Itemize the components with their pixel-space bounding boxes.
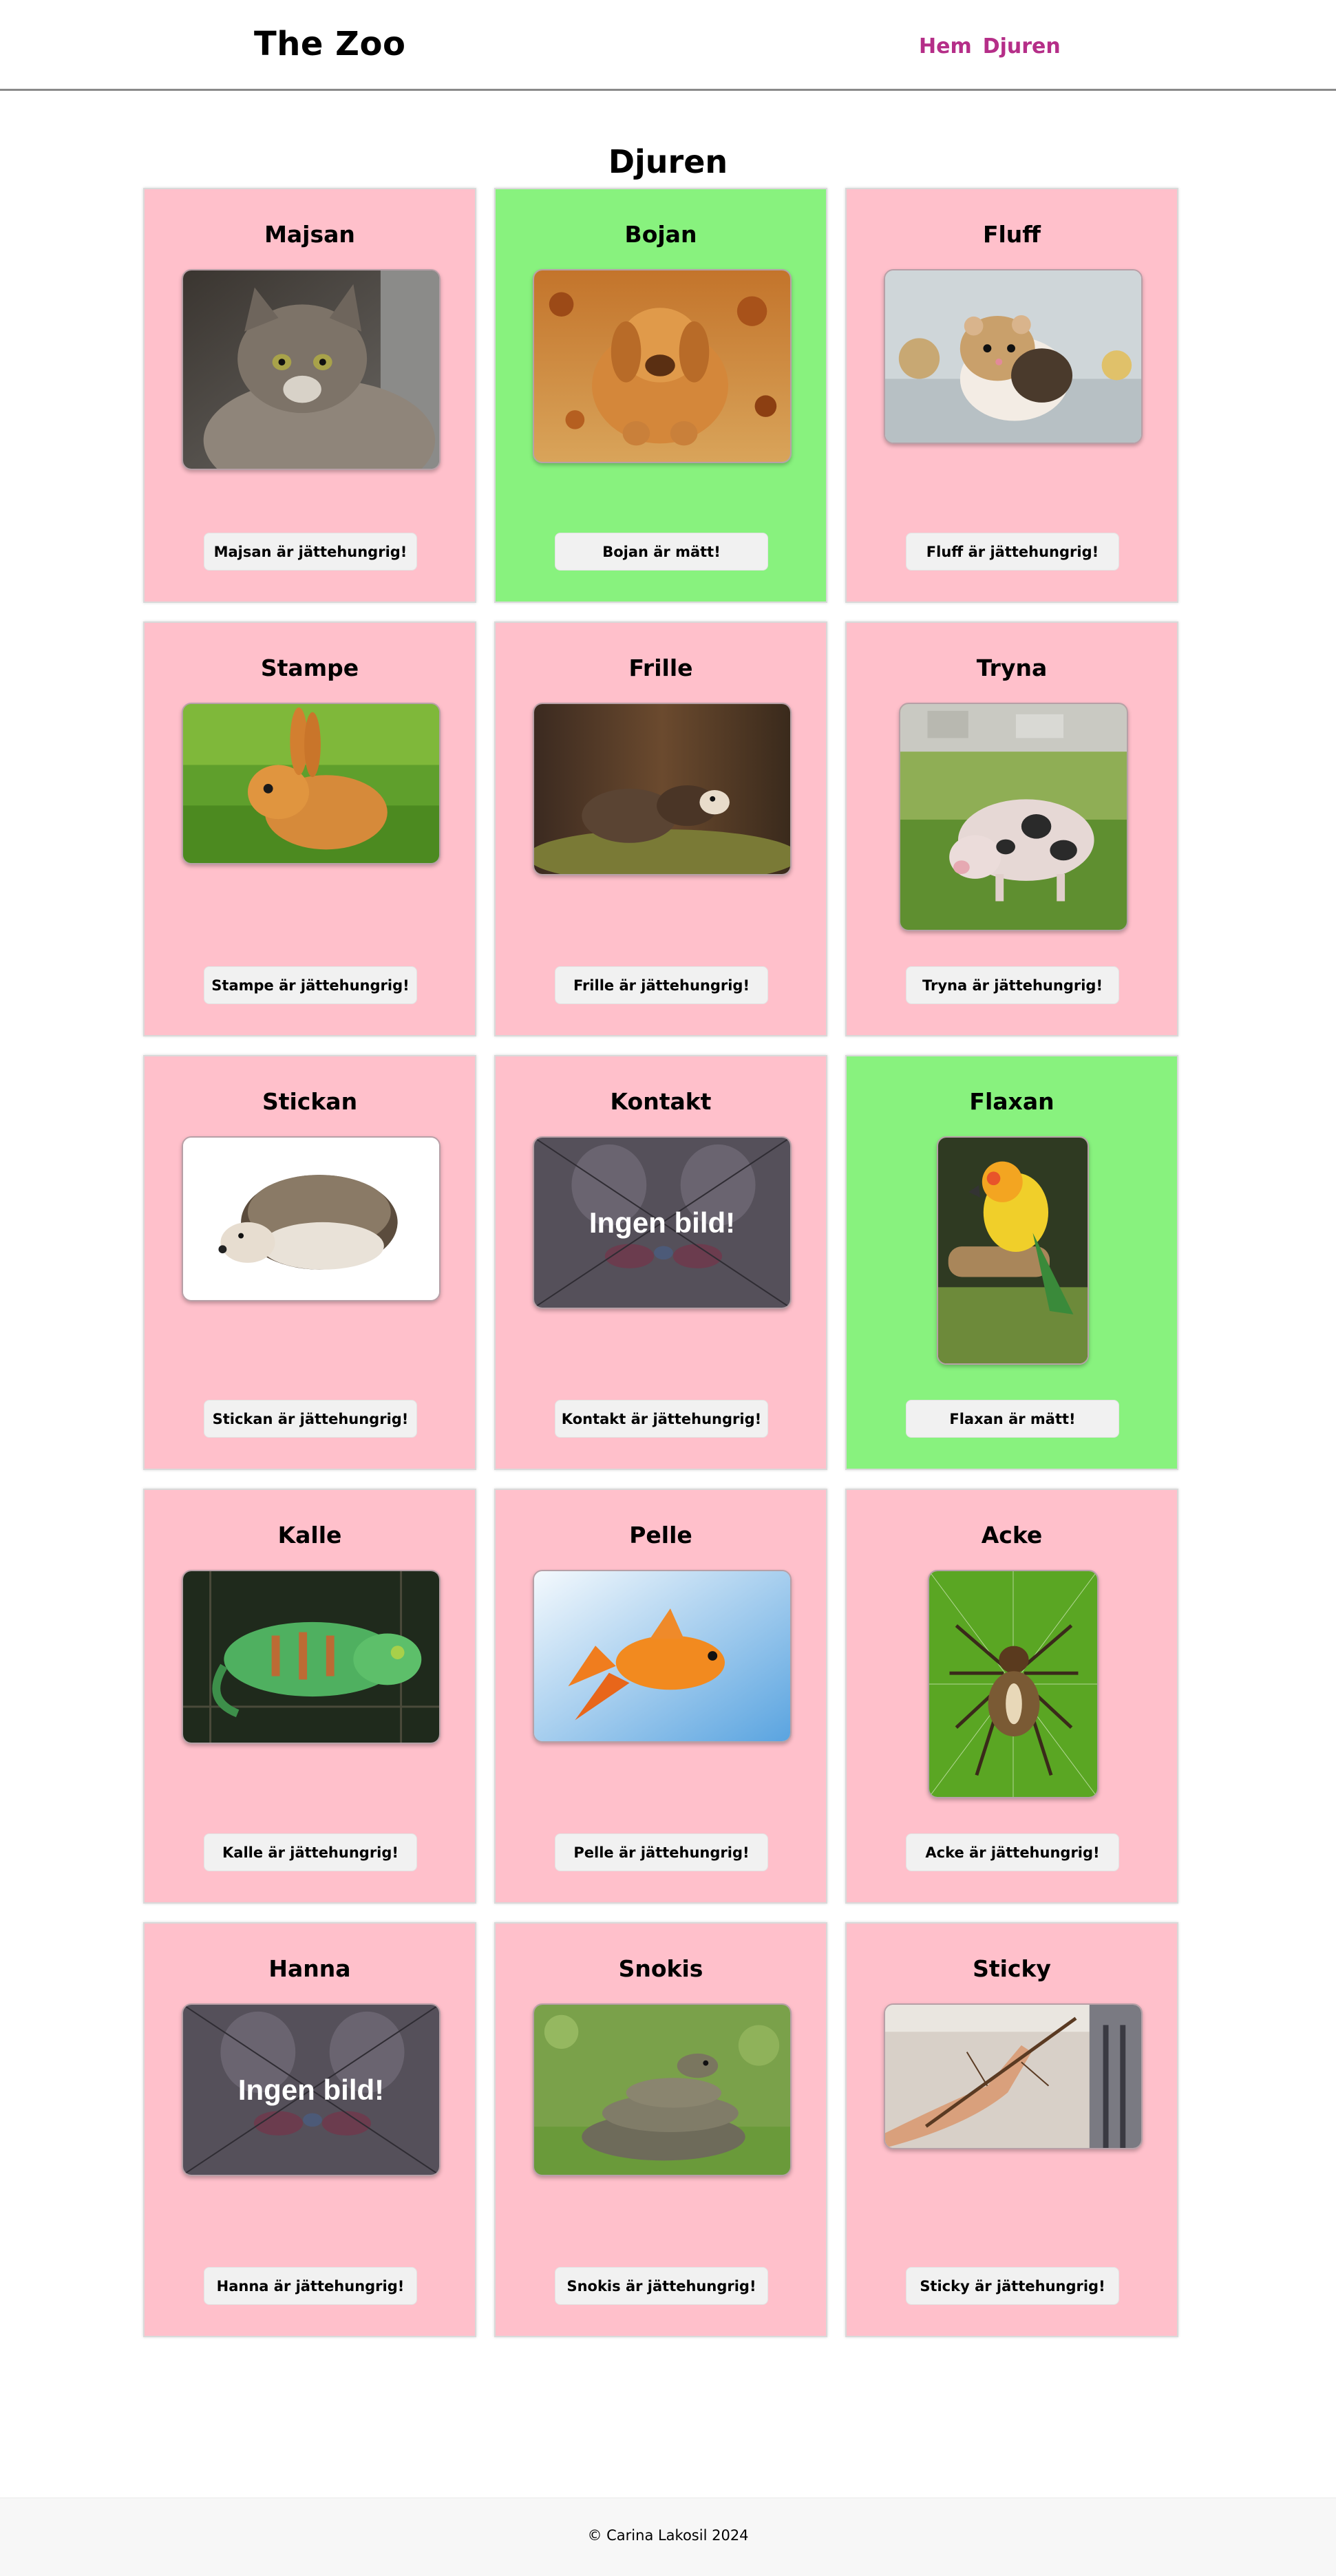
- animal-name: Tryna: [976, 654, 1048, 681]
- hedgehog-photo: [182, 1136, 441, 1301]
- animal-card[interactable]: Stickan Stickan är jättehungrig!: [143, 1055, 476, 1470]
- main-nav: Hem Djuren: [919, 34, 1061, 58]
- animal-card[interactable]: Frille Frille är jättehungrig!: [494, 621, 827, 1036]
- animal-card[interactable]: Tryna Tryna är jättehungrig!: [845, 621, 1178, 1036]
- animal-name: Snokis: [618, 1955, 703, 1982]
- hamster-photo: [884, 269, 1143, 444]
- animal-card[interactable]: Hanna Ingen bild! Hanna är jättehungrig!: [143, 1922, 476, 2337]
- animal-name: Fluff: [982, 221, 1041, 248]
- dog-photo: [533, 269, 792, 463]
- animal-name: Stampe: [260, 654, 359, 681]
- feed-status-button[interactable]: Flaxan är mätt!: [906, 1400, 1119, 1438]
- no-image-label: Ingen bild!: [237, 2073, 385, 2106]
- animal-name: Bojan: [624, 221, 697, 248]
- ferret-photo: [533, 703, 792, 875]
- animal-card[interactable]: Flaxan Flaxan är mätt!: [845, 1055, 1178, 1470]
- feed-status-button[interactable]: Snokis är jättehungrig!: [555, 2267, 768, 2305]
- animal-card[interactable]: Snokis Snokis är jättehungrig!: [494, 1922, 827, 2337]
- animal-name: Flaxan: [969, 1088, 1054, 1115]
- feed-status-button[interactable]: Kalle är jättehungrig!: [204, 1833, 417, 1871]
- feed-status-button[interactable]: Pelle är jättehungrig!: [555, 1833, 768, 1871]
- animal-card[interactable]: Pelle Pelle är jättehungrig!: [494, 1489, 827, 1904]
- feed-status-button[interactable]: Acke är jättehungrig!: [906, 1833, 1119, 1871]
- chameleon-photo: [182, 1570, 441, 1744]
- animal-name: Hanna: [268, 1955, 351, 1982]
- site-header: The Zoo Hem Djuren: [0, 0, 1336, 91]
- stick-insect-photo: [884, 2003, 1143, 2149]
- animal-name: Majsan: [264, 221, 355, 248]
- feed-status-button[interactable]: Frille är jättehungrig!: [555, 966, 768, 1004]
- animal-card[interactable]: Kalle Kalle är jättehungrig!: [143, 1489, 476, 1904]
- animal-name: Sticky: [973, 1955, 1051, 1982]
- feed-status-button[interactable]: Hanna är jättehungrig!: [204, 2267, 417, 2305]
- feed-status-button[interactable]: Sticky är jättehungrig!: [906, 2267, 1119, 2305]
- feed-status-button[interactable]: Majsan är jättehungrig!: [204, 533, 417, 571]
- snake-photo: [533, 2003, 792, 2176]
- site-footer: © Carina Lakosil 2024: [0, 2498, 1336, 2576]
- animal-card[interactable]: Stampe Stampe är jättehungrig!: [143, 621, 476, 1036]
- no-image-placeholder: Ingen bild!: [533, 1136, 792, 1309]
- feed-status-button[interactable]: Kontakt är jättehungrig!: [555, 1400, 768, 1438]
- animal-card[interactable]: Sticky Sticky är jättehungrig!: [845, 1922, 1178, 2337]
- animal-name: Stickan: [262, 1088, 358, 1115]
- copyright-text: © Carina Lakosil 2024: [587, 2527, 749, 2544]
- animal-card[interactable]: Majsan Majsan är jättehungrig!: [143, 188, 476, 603]
- animal-name: Kalle: [277, 1522, 342, 1548]
- rabbit-photo: [182, 703, 441, 864]
- cat-photo: [182, 269, 441, 470]
- animal-name: Frille: [628, 654, 693, 681]
- animal-name: Pelle: [629, 1522, 692, 1548]
- goldfish-photo: [533, 1570, 792, 1743]
- feed-status-button[interactable]: Stampe är jättehungrig!: [204, 966, 417, 1004]
- animal-card[interactable]: Fluff Fluff är jättehungrig!: [845, 188, 1178, 603]
- no-image-placeholder: Ingen bild!: [182, 2003, 441, 2176]
- nav-link-hem[interactable]: Hem: [919, 34, 972, 58]
- feed-status-button[interactable]: Stickan är jättehungrig!: [204, 1400, 417, 1438]
- spider-photo: [928, 1570, 1099, 1798]
- feed-status-button[interactable]: Tryna är jättehungrig!: [906, 966, 1119, 1004]
- page-title: Djuren: [608, 143, 728, 181]
- animal-card[interactable]: Acke Acke är jättehungrig!: [845, 1489, 1178, 1904]
- no-image-label: Ingen bild!: [589, 1206, 736, 1239]
- animal-card[interactable]: Bojan Bojan är mätt!: [494, 188, 827, 603]
- site-logo[interactable]: The Zoo: [254, 25, 405, 63]
- parrot-photo: [937, 1136, 1089, 1365]
- feed-status-button[interactable]: Bojan är mätt!: [555, 533, 768, 571]
- pig-photo: [899, 703, 1128, 931]
- animal-name: Acke: [981, 1522, 1043, 1548]
- nav-link-djuren[interactable]: Djuren: [983, 34, 1061, 58]
- animal-name: Kontakt: [610, 1088, 712, 1115]
- feed-status-button[interactable]: Fluff är jättehungrig!: [906, 533, 1119, 571]
- animal-card[interactable]: Kontakt Ingen bild! Kontakt är jättehung…: [494, 1055, 827, 1470]
